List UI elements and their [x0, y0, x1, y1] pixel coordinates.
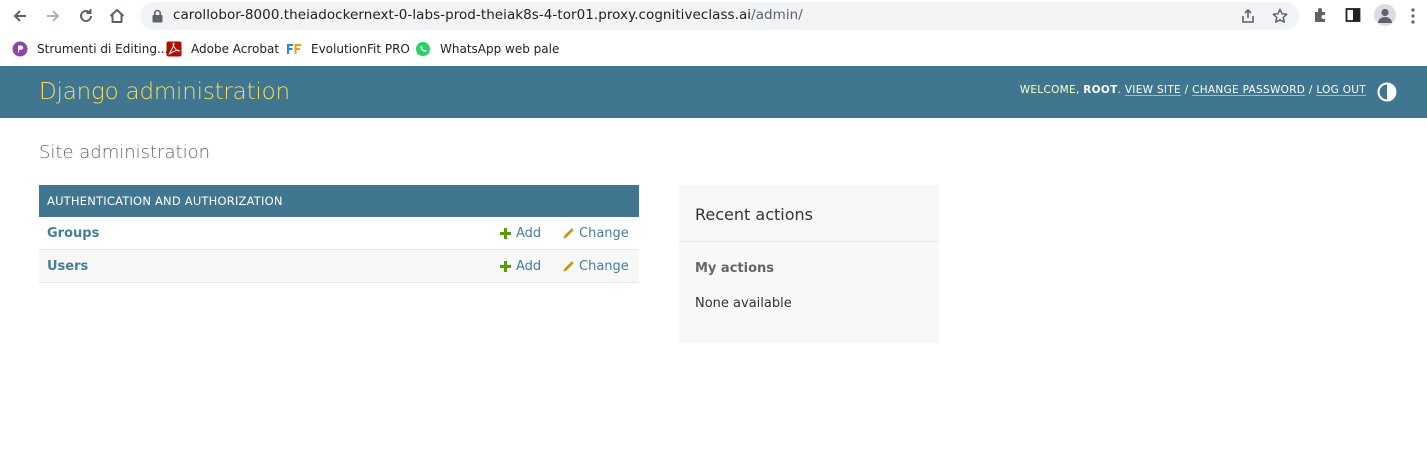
more-options-icon[interactable] — [1410, 7, 1416, 25]
model-link-groups[interactable]: Groups — [47, 226, 99, 241]
divider — [679, 241, 939, 242]
profile-avatar[interactable] — [1374, 4, 1396, 26]
ef-icon — [287, 44, 301, 54]
url-text: carollobor-8000.theiadockernext-0-labs-p… — [173, 7, 803, 23]
reload-icon — [80, 9, 92, 22]
page-title: Site administration — [39, 142, 211, 163]
acrobat-icon — [166, 41, 182, 57]
log-out-link[interactable]: LOG OUT — [1316, 84, 1366, 96]
add-groups-button[interactable]: Add — [500, 226, 541, 241]
view-site-link[interactable]: VIEW SITE — [1125, 84, 1181, 96]
model-link-users[interactable]: Users — [47, 259, 88, 274]
browser-toolbar: carollobor-8000.theiadockernext-0-labs-p… — [0, 0, 1427, 33]
bookmarks-bar: Strumenti di Editing... Adobe Acrobat Ev… — [0, 33, 1427, 66]
pencil-icon — [563, 228, 574, 239]
address-bar[interactable]: carollobor-8000.theiadockernext-0-labs-p… — [140, 2, 1299, 30]
bookmark-label: WhatsApp web pale — [440, 42, 560, 56]
person-icon — [1378, 8, 1392, 23]
bookmark-item[interactable]: Adobe Acrobat — [166, 40, 279, 58]
whatsapp-icon — [416, 42, 430, 56]
bookmark-item[interactable]: WhatsApp web pale — [415, 40, 559, 58]
separator: / — [1180, 84, 1193, 96]
bookmark-label: Strumenti di Editing... — [37, 42, 169, 56]
app-module-auth: AUTHENTICATION AND AUTHORIZATION Groups … — [39, 185, 639, 283]
add-label: Add — [516, 226, 542, 241]
home-button[interactable] — [106, 5, 128, 27]
pencil-icon — [563, 261, 574, 272]
recent-actions-panel: Recent actions My actions None available — [679, 185, 939, 343]
bookmark-label: Adobe Acrobat — [191, 42, 280, 56]
recent-actions-title: Recent actions — [695, 205, 813, 224]
change-password-link[interactable]: CHANGE PASSWORD — [1192, 84, 1305, 96]
theme-toggle-icon[interactable] — [1377, 82, 1397, 102]
bookmark-item[interactable]: Strumenti di Editing... — [12, 40, 168, 58]
username: ROOT — [1083, 84, 1118, 96]
arrow-left-icon — [13, 10, 26, 22]
bookmark-item[interactable]: EvolutionFit PRO — [286, 40, 410, 58]
back-button[interactable] — [9, 5, 31, 27]
star-icon[interactable] — [1272, 8, 1288, 24]
my-actions-heading: My actions — [695, 261, 775, 276]
add-users-button[interactable]: Add — [500, 259, 541, 274]
welcome-period: . — [1117, 84, 1122, 96]
module-caption[interactable]: AUTHENTICATION AND AUTHORIZATION — [39, 185, 639, 217]
arrow-right-icon — [47, 10, 60, 22]
change-groups-button[interactable]: Change — [563, 226, 629, 241]
add-label: Add — [516, 259, 542, 274]
share-icon[interactable] — [1240, 8, 1256, 24]
home-icon — [109, 9, 125, 23]
bookmark-label: EvolutionFit PRO — [311, 42, 410, 56]
side-panel-icon[interactable] — [1344, 6, 1362, 24]
site-branding[interactable]: Django administration — [39, 79, 290, 105]
empty-state-text: None available — [695, 296, 792, 311]
plus-icon — [500, 261, 511, 272]
editing-tools-icon — [12, 41, 28, 57]
forward-button[interactable] — [42, 5, 64, 27]
lock-icon — [152, 9, 163, 23]
user-tools: WELCOME, ROOT. VIEW SITE / CHANGE PASSWO… — [1020, 84, 1366, 96]
change-label: Change — [579, 226, 629, 241]
separator: / — [1305, 84, 1317, 96]
reload-button[interactable] — [75, 5, 97, 27]
table-row: Users Add Change — [39, 250, 639, 283]
table-row: Groups Add Change — [39, 217, 639, 250]
extensions-icon[interactable] — [1312, 6, 1330, 24]
admin-header: Django administration WELCOME, ROOT. VIE… — [0, 66, 1427, 118]
welcome-text: WELCOME, — [1019, 84, 1080, 96]
change-users-button[interactable]: Change — [563, 259, 629, 274]
change-label: Change — [579, 259, 629, 274]
plus-icon — [500, 228, 511, 239]
